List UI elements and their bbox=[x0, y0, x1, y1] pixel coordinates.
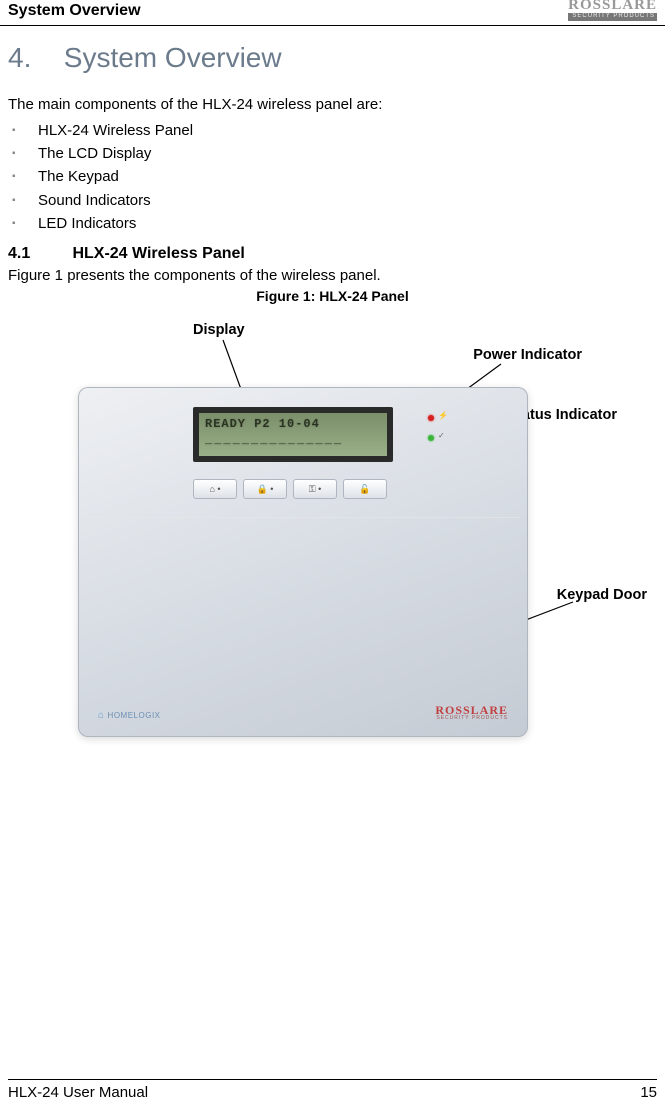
keypad-door-seam bbox=[86, 517, 520, 518]
chapter-title: System Overview bbox=[64, 42, 282, 73]
panel-brand-right-tagline: SECURITY PRODUCTS bbox=[435, 716, 508, 721]
subsection-heading: 4.1 HLX-24 Wireless Panel bbox=[8, 245, 657, 263]
panel-brand-right: ROSSLARE SECURITY PRODUCTS bbox=[435, 704, 508, 721]
lock-button-icon: 🔒 • bbox=[243, 479, 287, 499]
subsection-number: 4.1 bbox=[8, 245, 68, 263]
power-led-icon bbox=[428, 415, 434, 421]
list-item: HLX-24 Wireless Panel bbox=[10, 119, 657, 142]
panel-brand-left-text: HOMELOGIX bbox=[108, 711, 161, 720]
header-brand-logo: ROSSLARE SECURITY PRODUCTS bbox=[568, 0, 657, 21]
checkmark-icon: ✓ bbox=[438, 431, 445, 440]
list-item: The LCD Display bbox=[10, 142, 657, 165]
chapter-number: 4. bbox=[8, 42, 56, 74]
list-item: Sound Indicators bbox=[10, 189, 657, 212]
subsection-intro: Figure 1 presents the components of the … bbox=[8, 267, 657, 284]
status-led-icon bbox=[428, 435, 434, 441]
lcd-screen: READY P2 10-04 _______________ bbox=[199, 413, 387, 456]
annotation-keypad-door: Keypad Door bbox=[557, 587, 647, 603]
home-arm-button-icon: ⌂ • bbox=[193, 479, 237, 499]
key-button-icon: ⚿ • bbox=[293, 479, 337, 499]
figure-caption: Figure 1: HLX-24 Panel bbox=[8, 288, 657, 304]
page-header: System Overview ROSSLARE SECURITY PRODUC… bbox=[0, 0, 665, 26]
logo-brand-name: ROSSLARE bbox=[568, 0, 657, 13]
lcd-frame: READY P2 10-04 _______________ bbox=[193, 407, 393, 462]
panel-brand-left: ⌂ HOMELOGIX bbox=[98, 710, 161, 721]
logo-brand-tagline: SECURITY PRODUCTS bbox=[568, 13, 657, 21]
house-icon: ⌂ bbox=[98, 710, 105, 721]
intro-paragraph: The main components of the HLX-24 wirele… bbox=[8, 96, 657, 113]
lcd-line-2: _______________ bbox=[205, 433, 381, 449]
annotation-power-indicator: Power Indicator bbox=[473, 347, 582, 363]
components-list: HLX-24 Wireless Panel The LCD Display Th… bbox=[10, 119, 657, 235]
annotation-display: Display bbox=[193, 322, 245, 338]
unlock-button-icon: 🔓 bbox=[343, 479, 387, 499]
chapter-heading: 4. System Overview bbox=[8, 42, 657, 74]
page-content: 4. System Overview The main components o… bbox=[0, 26, 665, 802]
header-section-title: System Overview bbox=[8, 2, 141, 20]
panel-button-row: ⌂ • 🔒 • ⚿ • 🔓 bbox=[193, 479, 387, 499]
subsection-title: HLX-24 Wireless Panel bbox=[72, 245, 244, 262]
lcd-line-1: READY P2 10-04 bbox=[205, 417, 381, 433]
plug-icon: ⚡ bbox=[438, 411, 448, 420]
list-item: The Keypad bbox=[10, 165, 657, 188]
list-item: LED Indicators bbox=[10, 212, 657, 235]
footer-page-number: 15 bbox=[640, 1084, 657, 1101]
page-footer: HLX-24 User Manual 15 bbox=[8, 1079, 657, 1101]
device-panel-illustration: READY P2 10-04 _______________ ⚡ ✓ ⌂ • 🔒… bbox=[78, 387, 528, 737]
footer-manual-name: HLX-24 User Manual bbox=[8, 1084, 148, 1101]
figure-container: Display Power Indicator Status Indicator… bbox=[28, 322, 637, 802]
